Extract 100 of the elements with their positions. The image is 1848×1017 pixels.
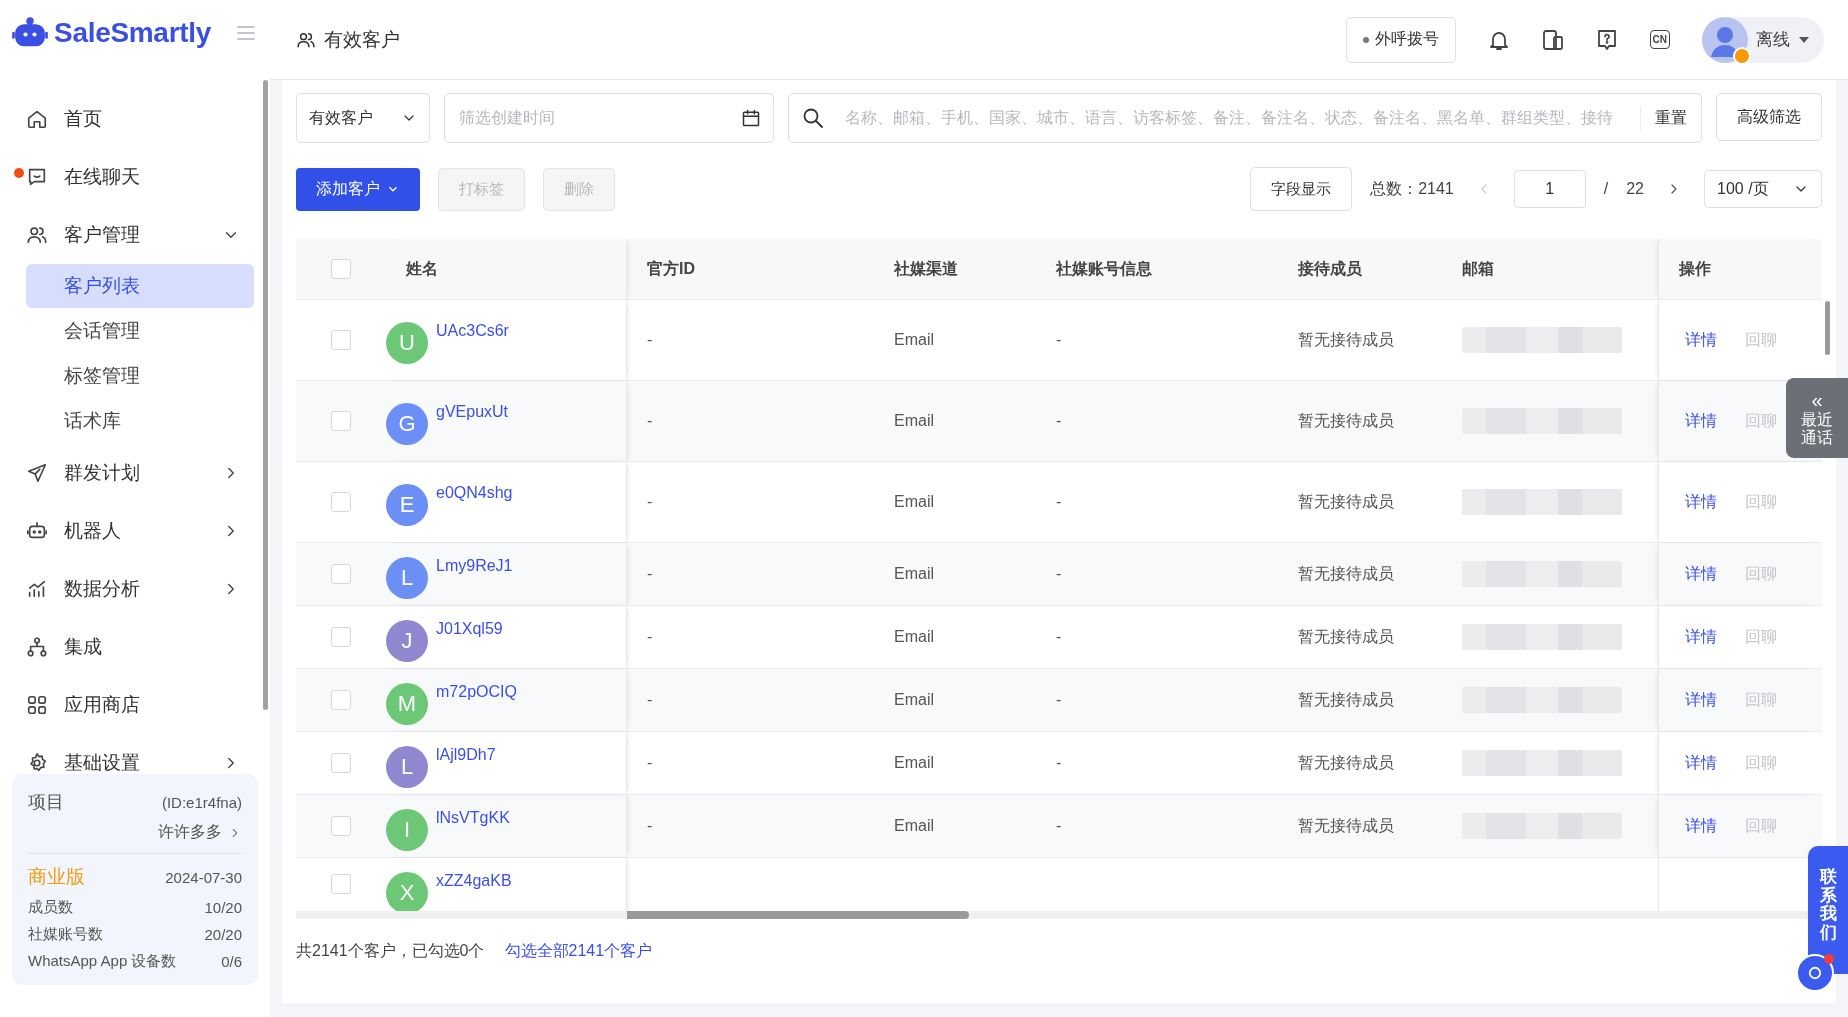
date-picker[interactable]: 筛选创建时间 (444, 93, 774, 143)
action-link[interactable]: 详情 (1685, 491, 1717, 513)
avatar: L (386, 746, 428, 788)
select-all-link[interactable]: 勾选全部2141个客户 (504, 940, 653, 962)
customer-name-link[interactable]: e0QN4shg (436, 484, 513, 502)
avatar: L (386, 557, 428, 599)
page-title: 有效客户 (324, 27, 400, 52)
table-cell: - (647, 628, 653, 646)
checkbox[interactable] (331, 753, 351, 773)
action-link[interactable]: 详情 (1685, 626, 1717, 648)
table-cell-text: 暂无接待成员 (1298, 491, 1394, 512)
stat-value: 20/20 (204, 926, 242, 943)
customer-name-link[interactable]: lAjl9Dh7 (436, 746, 496, 764)
stat-label: WhatsApp App 设备数 (28, 952, 177, 971)
avatar: X (386, 872, 428, 914)
table-cell: Email (894, 493, 934, 511)
avatar: I (386, 809, 428, 851)
checkbox[interactable] (331, 411, 351, 431)
column-header: 社媒渠道 (893, 258, 959, 279)
nav-item[interactable]: 集成 (12, 618, 254, 676)
column-header: 接待成员 (1297, 258, 1363, 279)
logo-text: SaleSmartly (54, 17, 212, 49)
search-icon (801, 106, 825, 130)
column-header: 社媒账号信息 (1055, 258, 1153, 279)
grid-icon (26, 694, 48, 716)
scrollbar-thumb[interactable] (627, 911, 969, 919)
checkbox[interactable] (331, 564, 351, 584)
fields-button[interactable]: 字段显示 (1250, 167, 1353, 211)
network-icon (26, 636, 48, 658)
nav-item[interactable]: 首页 (12, 90, 254, 148)
nav-item[interactable]: 应用商店 (12, 676, 254, 734)
add-customer-button[interactable]: 添加客户 (296, 167, 420, 211)
checkbox[interactable] (331, 690, 351, 710)
action-link[interactable]: 详情 (1685, 752, 1717, 774)
search-input[interactable]: 名称、邮箱、手机、国家、城市、语言、访客标签、备注、备注名、状态、备注名、黑名单、群组类型、接待 (843, 108, 1622, 128)
checkbox[interactable] (331, 330, 351, 350)
stat-value: 10/20 (204, 899, 242, 916)
search-bar[interactable]: 名称、邮箱、手机、国家、城市、语言、访客标签、备注、备注名、状态、备注名、黑名单、群组类型、接待 重置 (788, 93, 1702, 143)
table-cell: Email (894, 331, 934, 349)
send-icon (26, 462, 48, 484)
customer-name-link[interactable]: lNsVTgKK (436, 809, 510, 827)
calendar-icon (741, 108, 761, 128)
action-link[interactable]: 详情 (1685, 329, 1717, 351)
language-button[interactable]: CN (1649, 30, 1670, 49)
checkbox[interactable] (331, 874, 351, 894)
action-link[interactable]: 详情 (1685, 410, 1717, 432)
contact-tab[interactable]: 联系我们 (1808, 846, 1848, 974)
table-cell: Email (894, 565, 934, 583)
action-link[interactable]: 详情 (1685, 563, 1717, 585)
checkbox[interactable] (331, 259, 351, 279)
user-menu[interactable]: 离线 (1702, 16, 1824, 63)
nav-subitem[interactable]: 客户列表 (26, 264, 254, 308)
users-icon (26, 224, 48, 246)
nav-item[interactable]: 数据分析 (12, 560, 254, 618)
table-cell-text: 暂无接待成员 (1298, 689, 1394, 710)
segment-select[interactable]: 有效客户 (296, 93, 430, 143)
table-cell: - (1056, 412, 1062, 430)
customer-name-link[interactable]: xZZ4gaKB (436, 872, 512, 890)
action-link[interactable]: 详情 (1685, 815, 1717, 837)
table-cell: - (647, 565, 653, 583)
customer-name-link[interactable]: gVEpuxUt (436, 403, 509, 421)
recent-calls-tab[interactable]: « 最近通话 (1786, 378, 1848, 458)
nav-item[interactable]: 群发计划 (12, 444, 254, 502)
table-cell: - (647, 691, 653, 709)
customer-name-link[interactable]: Lmy9ReJ1 (436, 557, 513, 575)
nav-item[interactable]: 基础设置 (12, 734, 254, 774)
checkbox[interactable] (331, 816, 351, 836)
checkbox[interactable] (331, 492, 351, 512)
table-cell: - (647, 331, 653, 349)
nav-subitem[interactable]: 话术库 (26, 399, 254, 443)
customer-name-link[interactable]: UAc3Cs6r (436, 322, 509, 340)
customer-name-link[interactable]: J01Xql59 (436, 620, 503, 638)
stat-label: 社媒账号数 (28, 925, 103, 944)
checkbox[interactable] (331, 627, 351, 647)
table-cell-text: 暂无接待成员 (1298, 815, 1394, 836)
page-count: 22 (1626, 180, 1644, 198)
nav-item[interactable]: 机器人 (12, 502, 254, 560)
action-link[interactable]: 详情 (1685, 689, 1717, 711)
reset-button[interactable]: 重置 (1640, 106, 1701, 130)
advanced-filter-button[interactable]: 高级筛选 (1716, 93, 1822, 141)
chat-icon (26, 166, 48, 188)
table-cell: - (1056, 331, 1062, 349)
avatar: J (386, 620, 428, 662)
nav-item[interactable]: 客户管理 (12, 206, 254, 264)
table-cell: Email (894, 817, 934, 835)
nav-subitem[interactable]: 会话管理 (26, 309, 254, 353)
scrollbar-thumb[interactable] (1825, 301, 1830, 355)
chart-icon (26, 578, 48, 600)
nav-subitem[interactable]: 标签管理 (26, 354, 254, 398)
date-input[interactable]: 筛选创建时间 (457, 108, 741, 128)
page-size-select[interactable]: 100 /页 (1704, 170, 1822, 208)
stat-label: 成员数 (28, 898, 73, 917)
project-label: 项目 (28, 791, 64, 814)
page-input[interactable]: 1 (1513, 170, 1586, 208)
project-owner[interactable]: 许许多多 (158, 822, 222, 843)
table-cell-text: 暂无接待成员 (1298, 563, 1394, 584)
column-header: 邮箱 (1461, 258, 1495, 279)
call-button[interactable]: 外呼拨号 (1345, 16, 1456, 63)
customer-name-link[interactable]: m72pOCIQ (436, 683, 517, 701)
nav-item[interactable]: 在线聊天 (12, 148, 254, 206)
